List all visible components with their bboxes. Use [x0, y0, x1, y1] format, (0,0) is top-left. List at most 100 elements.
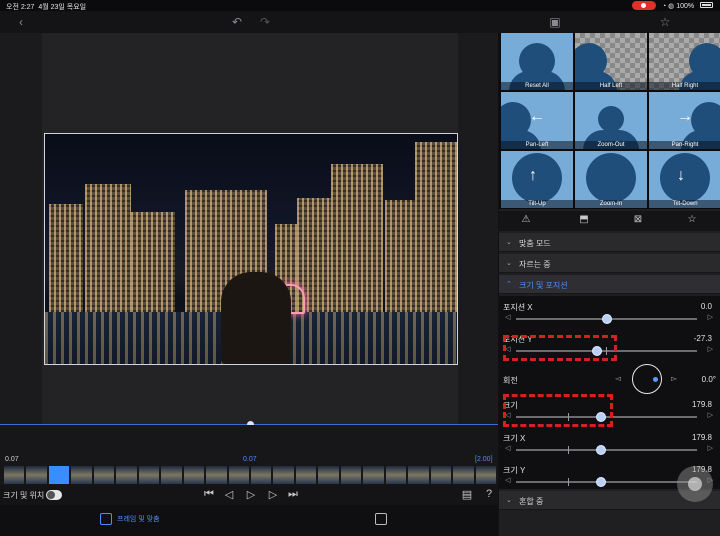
- position-y-value[interactable]: -27.3: [694, 334, 712, 343]
- film-frame: [273, 466, 294, 484]
- size-x-knob[interactable]: [596, 445, 607, 455]
- building: [85, 184, 131, 312]
- section-fit-mode[interactable]: ⌄ 맞춤 모드: [499, 233, 720, 252]
- video-preview[interactable]: [0, 33, 498, 428]
- undo-icon[interactable]: ↶: [228, 14, 246, 30]
- preset-arrow-icon: ↑: [529, 167, 537, 184]
- decrement-icon[interactable]: ◁: [505, 476, 510, 484]
- person-silhouette: [221, 272, 291, 364]
- preset-arrow-icon: →: [677, 108, 693, 125]
- section-cropping[interactable]: ⌄ 자르는 중: [499, 254, 720, 273]
- redo-icon[interactable]: ↷: [256, 14, 274, 30]
- film-frame: [183, 466, 205, 484]
- preset-tile[interactable]: Half Left: [575, 33, 647, 90]
- film-frame-selected[interactable]: [48, 466, 70, 484]
- decrement-icon[interactable]: ◁: [505, 313, 510, 321]
- play-icon[interactable]: ▷: [244, 488, 258, 501]
- step-back-icon[interactable]: ◁: [222, 488, 236, 501]
- increment-icon[interactable]: ▷: [708, 411, 713, 419]
- increment-icon[interactable]: ▷: [708, 313, 713, 321]
- timeline[interactable]: 0.07 0.07 [2.00]: [0, 425, 498, 485]
- battery-label: ◔ ◍ 100%: [662, 3, 695, 10]
- inspector-panel: Reset All Half Left Half Right ← Pan-Left Zoo…: [499, 33, 720, 536]
- film-frame: [206, 466, 227, 484]
- skip-end-icon[interactable]: ⏭: [286, 488, 300, 501]
- assistive-touch-button[interactable]: [677, 466, 713, 502]
- building: [131, 212, 175, 312]
- size-value[interactable]: 179.8: [692, 400, 712, 409]
- chevron-down-icon: ⌄: [506, 497, 512, 504]
- effects-icon[interactable]: [375, 513, 387, 525]
- clip-info-icon[interactable]: ▤: [460, 488, 474, 501]
- size-position-properties: 포지션 X 0.0 ◁ ▷ 포지션 Y -27.3 ◁ ▷ 회전 ◅ ▻ 0.0…: [499, 296, 720, 489]
- clip-frame[interactable]: [44, 133, 458, 365]
- keyframe-mode-label: 크기 및 위치: [3, 491, 45, 500]
- preset-label: Pan-Left: [501, 141, 573, 149]
- rotate-left-icon[interactable]: ◅: [615, 374, 621, 383]
- size-x-label: 크기 X: [503, 434, 526, 443]
- preset-arrow-icon: ↓: [677, 167, 685, 184]
- battery-icon: [700, 2, 713, 8]
- increment-icon[interactable]: ▷: [708, 345, 713, 353]
- rotation-dial[interactable]: [632, 364, 662, 394]
- warning-icon[interactable]: ⚠: [519, 214, 533, 228]
- film-frame: [26, 466, 47, 484]
- decrement-icon[interactable]: ◁: [505, 444, 510, 452]
- preset-tile[interactable]: ← Pan-Left: [501, 92, 573, 149]
- preset-label: Zoom-Out: [575, 141, 647, 149]
- film-frame: [4, 466, 25, 484]
- film-frame: [363, 466, 384, 484]
- preset-tile[interactable]: ↑ Tilt-Up: [501, 151, 573, 208]
- highlight-position-y: [503, 335, 617, 361]
- film-frame: [228, 466, 249, 484]
- chevron-left-icon[interactable]: ‹: [12, 14, 30, 30]
- position-x-knob[interactable]: [601, 314, 612, 324]
- preset-tile[interactable]: Zoom-In: [575, 151, 647, 208]
- position-x-value[interactable]: 0.0: [701, 302, 712, 311]
- size-y-knob[interactable]: [596, 477, 607, 487]
- top-toolbar: ‹ ↶ ↷ ▣ ☆: [0, 11, 720, 33]
- filmstrip[interactable]: [4, 466, 496, 484]
- section-fit-mode-label: 맞춤 모드: [519, 239, 551, 248]
- star-outline-icon[interactable]: ☆: [685, 214, 699, 228]
- frame-icon[interactable]: ▣: [546, 14, 564, 30]
- film-frame: [408, 466, 429, 484]
- rotation-value[interactable]: 0.0°: [702, 375, 716, 384]
- film-frame: [318, 466, 339, 484]
- star-icon[interactable]: ☆: [656, 14, 674, 30]
- rotation-label: 회전: [503, 376, 518, 385]
- preset-label: Half Left: [575, 82, 647, 90]
- keyframe-toggle[interactable]: [46, 490, 62, 500]
- preset-arrow-icon: ←: [529, 108, 545, 125]
- increment-icon[interactable]: ▷: [708, 444, 713, 452]
- film-frame: [385, 466, 407, 484]
- center-icon[interactable]: ⊠: [631, 214, 645, 228]
- export-icon[interactable]: ⬒: [577, 214, 591, 228]
- step-forward-icon[interactable]: ▷: [266, 488, 280, 501]
- preset-tile[interactable]: Half Right: [649, 33, 720, 90]
- preset-thumbnail-head: [512, 153, 562, 203]
- preset-tile[interactable]: → Pan-Right: [649, 92, 720, 149]
- size-x-slider[interactable]: [516, 449, 697, 451]
- status-bar: 오전 2:27 4월 23일 목요일 ◔ ◍ 100%: [0, 0, 720, 11]
- preset-label: Reset All: [501, 82, 573, 90]
- film-frame: [93, 466, 115, 484]
- motion-presets-grid: Reset All Half Left Half Right ← Pan-Left Zoo…: [499, 33, 720, 209]
- rotate-right-icon[interactable]: ▻: [671, 374, 677, 383]
- preset-thumbnail-head: [660, 153, 710, 203]
- size-y-label: 크기 Y: [503, 466, 526, 475]
- tab-frame-fit[interactable]: 프레임 및 맞춤: [100, 513, 160, 525]
- help-icon[interactable]: ?: [482, 488, 496, 500]
- film-frame: [138, 466, 160, 484]
- size-x-value[interactable]: 179.8: [692, 433, 712, 442]
- preset-tile[interactable]: ↓ Tilt-Down: [649, 151, 720, 208]
- skip-start-icon[interactable]: ⏮: [202, 488, 216, 501]
- panel-footer: [499, 511, 720, 536]
- size-y-slider[interactable]: [516, 481, 697, 483]
- chevron-up-icon: ⌃: [506, 281, 512, 288]
- preset-thumbnail-head: [586, 153, 636, 203]
- section-size-position[interactable]: ⌃ 크기 및 포지션: [499, 275, 720, 294]
- film-frame: [430, 466, 452, 484]
- preset-tile[interactable]: Zoom-Out: [575, 92, 647, 149]
- preset-tile[interactable]: Reset All: [501, 33, 573, 90]
